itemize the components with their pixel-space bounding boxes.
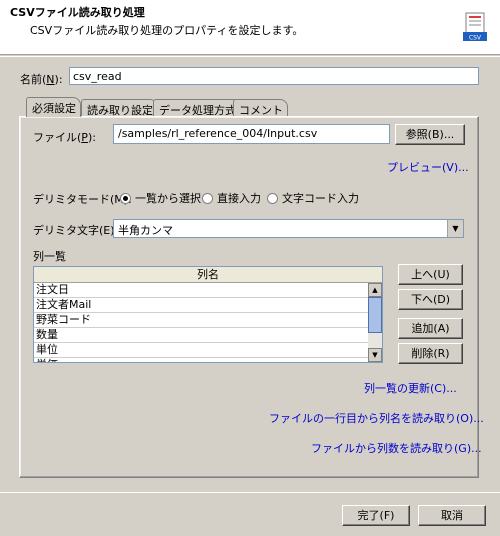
csv-file-icon: CSV bbox=[463, 12, 487, 42]
column-list-scrollbar[interactable]: ▲ ▼ bbox=[368, 283, 382, 362]
list-item[interactable]: 単位 bbox=[34, 343, 368, 358]
cancel-button[interactable]: 取消 bbox=[418, 505, 486, 526]
list-item[interactable]: 注文者Mail bbox=[34, 298, 368, 313]
read-column-count-link[interactable]: ファイルから列数を読み取り(G)... bbox=[311, 440, 482, 456]
dialog-description: CSVファイル読み取り処理のプロパティを設定します。 bbox=[30, 24, 304, 37]
column-list[interactable]: 列名 注文日 注文者Mail 野菜コード 数量 単位 単価 ▲ ▼ bbox=[33, 266, 383, 363]
delimiter-char-value: 半角カンマ bbox=[118, 224, 173, 237]
column-list-header[interactable]: 列名 bbox=[34, 267, 382, 283]
tab-data-processing[interactable]: データ処理方式 bbox=[153, 99, 241, 117]
header-divider bbox=[0, 56, 500, 57]
scroll-up-icon[interactable]: ▲ bbox=[368, 283, 382, 297]
column-list-label: 列一覧 bbox=[33, 250, 66, 263]
move-down-button[interactable]: 下へ(D) bbox=[398, 289, 463, 310]
add-column-button[interactable]: 追加(A) bbox=[398, 318, 463, 339]
delimiter-char-select[interactable]: 半角カンマ ▼ bbox=[113, 219, 464, 238]
list-item[interactable]: 数量 bbox=[34, 328, 368, 343]
tab-read-settings[interactable]: 読み取り設定 bbox=[81, 99, 158, 117]
preview-link[interactable]: プレビュー(V)... bbox=[387, 159, 469, 175]
finish-button[interactable]: 完了(F) bbox=[342, 505, 410, 526]
radio-indicator bbox=[120, 193, 131, 204]
scroll-down-icon[interactable]: ▼ bbox=[368, 348, 382, 362]
dialog-header: CSVファイル読み取り処理 CSVファイル読み取り処理のプロパティを設定します。… bbox=[0, 0, 500, 55]
radio-select-from-list[interactable]: 一覧から選択 bbox=[120, 190, 201, 206]
radio-indicator bbox=[267, 193, 278, 204]
delimiter-mode-label: デリミタモード(M): bbox=[33, 193, 132, 206]
tab-required-settings[interactable]: 必須設定 bbox=[26, 97, 81, 117]
file-label: ファイル(P): bbox=[33, 131, 96, 144]
refresh-columns-link[interactable]: 列一覧の更新(C)... bbox=[364, 380, 457, 396]
radio-charcode-input[interactable]: 文字コード入力 bbox=[267, 190, 359, 206]
name-input[interactable]: csv_read bbox=[69, 67, 479, 85]
delete-column-button[interactable]: 削除(R) bbox=[398, 343, 463, 364]
file-path-input[interactable]: /samples/rl_reference_004/Input.csv bbox=[113, 124, 390, 144]
column-list-rows: 注文日 注文者Mail 野菜コード 数量 単位 単価 bbox=[34, 283, 368, 362]
browse-button[interactable]: 参照(B)... bbox=[395, 124, 465, 145]
dialog-title: CSVファイル読み取り処理 bbox=[10, 6, 145, 19]
read-column-names-link[interactable]: ファイルの一行目から列名を読み取り(O)... bbox=[269, 410, 484, 426]
list-item[interactable]: 野菜コード bbox=[34, 313, 368, 328]
delimiter-char-label: デリミタ文字(E): bbox=[33, 224, 119, 237]
move-up-button[interactable]: 上へ(U) bbox=[398, 264, 463, 285]
chevron-down-icon[interactable]: ▼ bbox=[447, 220, 463, 237]
footer-divider bbox=[0, 492, 500, 493]
csv-icon-label: CSV bbox=[469, 35, 482, 42]
scroll-thumb[interactable] bbox=[368, 297, 382, 333]
tab-comment[interactable]: コメント bbox=[233, 99, 288, 117]
radio-indicator bbox=[202, 193, 213, 204]
list-item[interactable]: 注文日 bbox=[34, 283, 368, 298]
name-label: 名前(N): bbox=[20, 73, 63, 86]
radio-direct-input[interactable]: 直接入力 bbox=[202, 190, 261, 206]
list-item[interactable]: 単価 bbox=[34, 358, 368, 362]
